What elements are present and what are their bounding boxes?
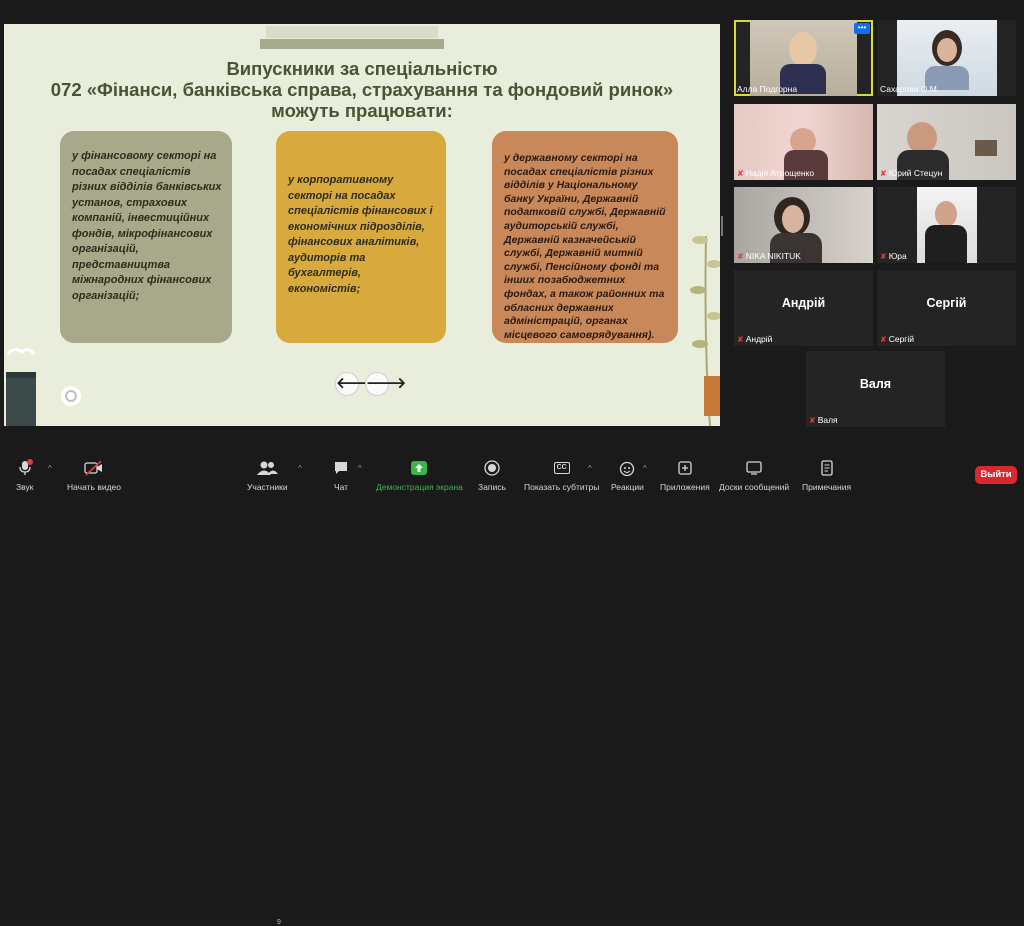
slide-title-line-1: Випускники за спеціальністю bbox=[226, 58, 498, 79]
participant-face bbox=[782, 205, 804, 233]
audio-options-chevron-icon[interactable]: ^ bbox=[48, 464, 52, 473]
video-off-icon bbox=[84, 459, 104, 477]
participant-face bbox=[935, 201, 957, 227]
card-text: у фінансовому секторі на посадах спеціал… bbox=[72, 150, 222, 302]
participant-tile[interactable]: Валя ✘ Валя bbox=[806, 351, 945, 427]
whiteboard-button[interactable]: Доски сообщений bbox=[719, 459, 789, 492]
screen-share-button[interactable]: Демонстрация экрана bbox=[376, 459, 463, 492]
audio-button[interactable]: Звук bbox=[16, 459, 33, 492]
record-label: Запись bbox=[478, 482, 506, 492]
record-button[interactable]: Запись bbox=[478, 459, 506, 492]
participant-name: ✘ Надія Атрощенко bbox=[737, 168, 815, 178]
more-icon: ••• bbox=[857, 23, 867, 32]
start-video-button[interactable]: Начать видео bbox=[67, 459, 121, 492]
whiteboard-icon bbox=[745, 459, 763, 477]
share-screen-icon bbox=[410, 459, 428, 477]
participant-name: ✘ Валя bbox=[809, 415, 838, 425]
career-card-public-sector: у державному секторі на посадах спеціалі… bbox=[492, 131, 678, 343]
microphone-icon bbox=[17, 459, 33, 477]
participant-body bbox=[925, 225, 967, 263]
audio-label: Звук bbox=[16, 482, 34, 492]
reactions-button[interactable]: Реакции bbox=[611, 459, 644, 492]
captions-label: Показать субтитры bbox=[524, 482, 600, 492]
plant-decoration bbox=[690, 235, 720, 426]
mic-muted-icon: ✘ bbox=[880, 168, 887, 178]
participant-display-name: Сергій bbox=[926, 296, 967, 310]
smiley-icon bbox=[619, 459, 635, 477]
participant-skin bbox=[937, 38, 957, 62]
chat-button[interactable]: Чат bbox=[333, 459, 349, 492]
shared-screen-slide: Випускники за спеціальністю 072 «Фінанси… bbox=[4, 24, 720, 426]
participant-tile[interactable]: Сергій ✘ Сергій bbox=[877, 270, 1016, 346]
previous-slide-button[interactable]: 🡐 bbox=[335, 372, 376, 396]
captions-options-chevron-icon[interactable]: ^ bbox=[588, 464, 592, 473]
participant-name: Алла Подгорна bbox=[737, 84, 798, 94]
participants-label: Участники bbox=[247, 482, 288, 492]
whiteboard-label: Доски сообщений bbox=[719, 482, 790, 492]
participant-name: ✘ Юра bbox=[880, 251, 907, 261]
participants-options-chevron-icon[interactable]: ^ bbox=[298, 464, 302, 473]
participant-tile[interactable]: Андрій ✘ Андрій bbox=[734, 270, 873, 346]
apps-icon bbox=[677, 459, 693, 477]
slide-logo-icon bbox=[61, 386, 81, 406]
participants-button[interactable]: Участники bbox=[247, 459, 288, 492]
leave-meeting-button[interactable]: Выйти bbox=[975, 466, 1017, 484]
participant-display-name: Валя bbox=[859, 377, 892, 391]
participant-tile[interactable]: ••• Алла Подгорна bbox=[734, 20, 873, 96]
participant-tile[interactable]: ✘ Юра bbox=[877, 187, 1016, 263]
mic-muted-icon: ✘ bbox=[809, 415, 816, 425]
participant-tile[interactable]: ✘ NIKA NIKITUK bbox=[734, 187, 873, 263]
notes-label: Примечания bbox=[802, 482, 852, 492]
participant-background-object bbox=[975, 140, 997, 156]
captions-icon: CC bbox=[553, 459, 570, 477]
mic-muted-icon: ✘ bbox=[737, 251, 744, 261]
participants-count: 9 bbox=[277, 919, 281, 926]
participant-name: ✘ Сергій bbox=[880, 334, 915, 344]
slide-title: Випускники за спеціальністю 072 «Фінанси… bbox=[4, 58, 720, 121]
participant-face bbox=[789, 32, 817, 66]
apps-label: Приложения bbox=[660, 482, 710, 492]
participant-name: ✘ Андрій bbox=[737, 334, 773, 344]
meeting-stage: Випускники за спеціальністю 072 «Фінанси… bbox=[0, 0, 1024, 455]
slide-header-decoration bbox=[266, 26, 438, 38]
more-options-button[interactable]: ••• bbox=[854, 23, 870, 34]
mic-muted-icon: ✘ bbox=[880, 334, 887, 344]
meeting-toolbar: Звук ^ Начать видео Участники 9 ^ Чат ^ … bbox=[0, 455, 1024, 926]
chat-label: Чат bbox=[333, 482, 349, 492]
chat-icon bbox=[333, 459, 349, 477]
share-label: Демонстрация экрана bbox=[376, 482, 463, 492]
panel-resize-handle[interactable] bbox=[721, 216, 723, 236]
video-label: Начать видео bbox=[67, 482, 122, 492]
career-card-financial-sector: у фінансовому секторі на посадах спеціал… bbox=[60, 131, 232, 343]
participant-tile[interactable]: ✘ Надія Атрощенко bbox=[734, 104, 873, 180]
slide-title-line-3: можуть працювати: bbox=[271, 100, 453, 121]
record-icon bbox=[484, 459, 500, 477]
card-text: у корпоративному секторі на посадах спец… bbox=[288, 174, 433, 295]
participant-name: Сахарова О.М. bbox=[880, 84, 940, 94]
reactions-options-chevron-icon[interactable]: ^ bbox=[643, 464, 647, 473]
slide-title-line-2: 072 «Фінанси, банківська справа, страхув… bbox=[50, 79, 674, 100]
card-text: у державному секторі на посадах спеціалі… bbox=[504, 152, 666, 341]
participant-name: ✘ NIKA NIKITUK bbox=[737, 251, 801, 261]
plant-pot-decoration bbox=[6, 347, 36, 426]
mic-muted-icon: ✘ bbox=[737, 168, 744, 178]
reactions-label: Реакции bbox=[611, 482, 644, 492]
participant-name: ✘ Юрий Стецун bbox=[880, 168, 943, 178]
participant-tile[interactable]: Сахарова О.М. bbox=[877, 20, 1016, 96]
participants-icon bbox=[256, 459, 279, 477]
slide-header-bar bbox=[260, 39, 444, 49]
mic-muted-icon: ✘ bbox=[880, 251, 887, 261]
apps-button[interactable]: Приложения bbox=[660, 459, 710, 492]
mic-muted-icon: ✘ bbox=[737, 334, 744, 344]
chat-options-chevron-icon[interactable]: ^ bbox=[358, 464, 362, 473]
notes-icon bbox=[820, 459, 834, 477]
participant-tile[interactable]: ✘ Юрий Стецун bbox=[877, 104, 1016, 180]
arrow-right-icon: 🡒 bbox=[366, 375, 407, 392]
notes-button[interactable]: Примечания bbox=[802, 459, 851, 492]
career-card-corporate-sector: у корпоративному секторі на посадах спец… bbox=[276, 131, 446, 343]
next-slide-button[interactable]: 🡒 bbox=[365, 372, 406, 396]
participant-display-name: Андрій bbox=[781, 296, 826, 310]
